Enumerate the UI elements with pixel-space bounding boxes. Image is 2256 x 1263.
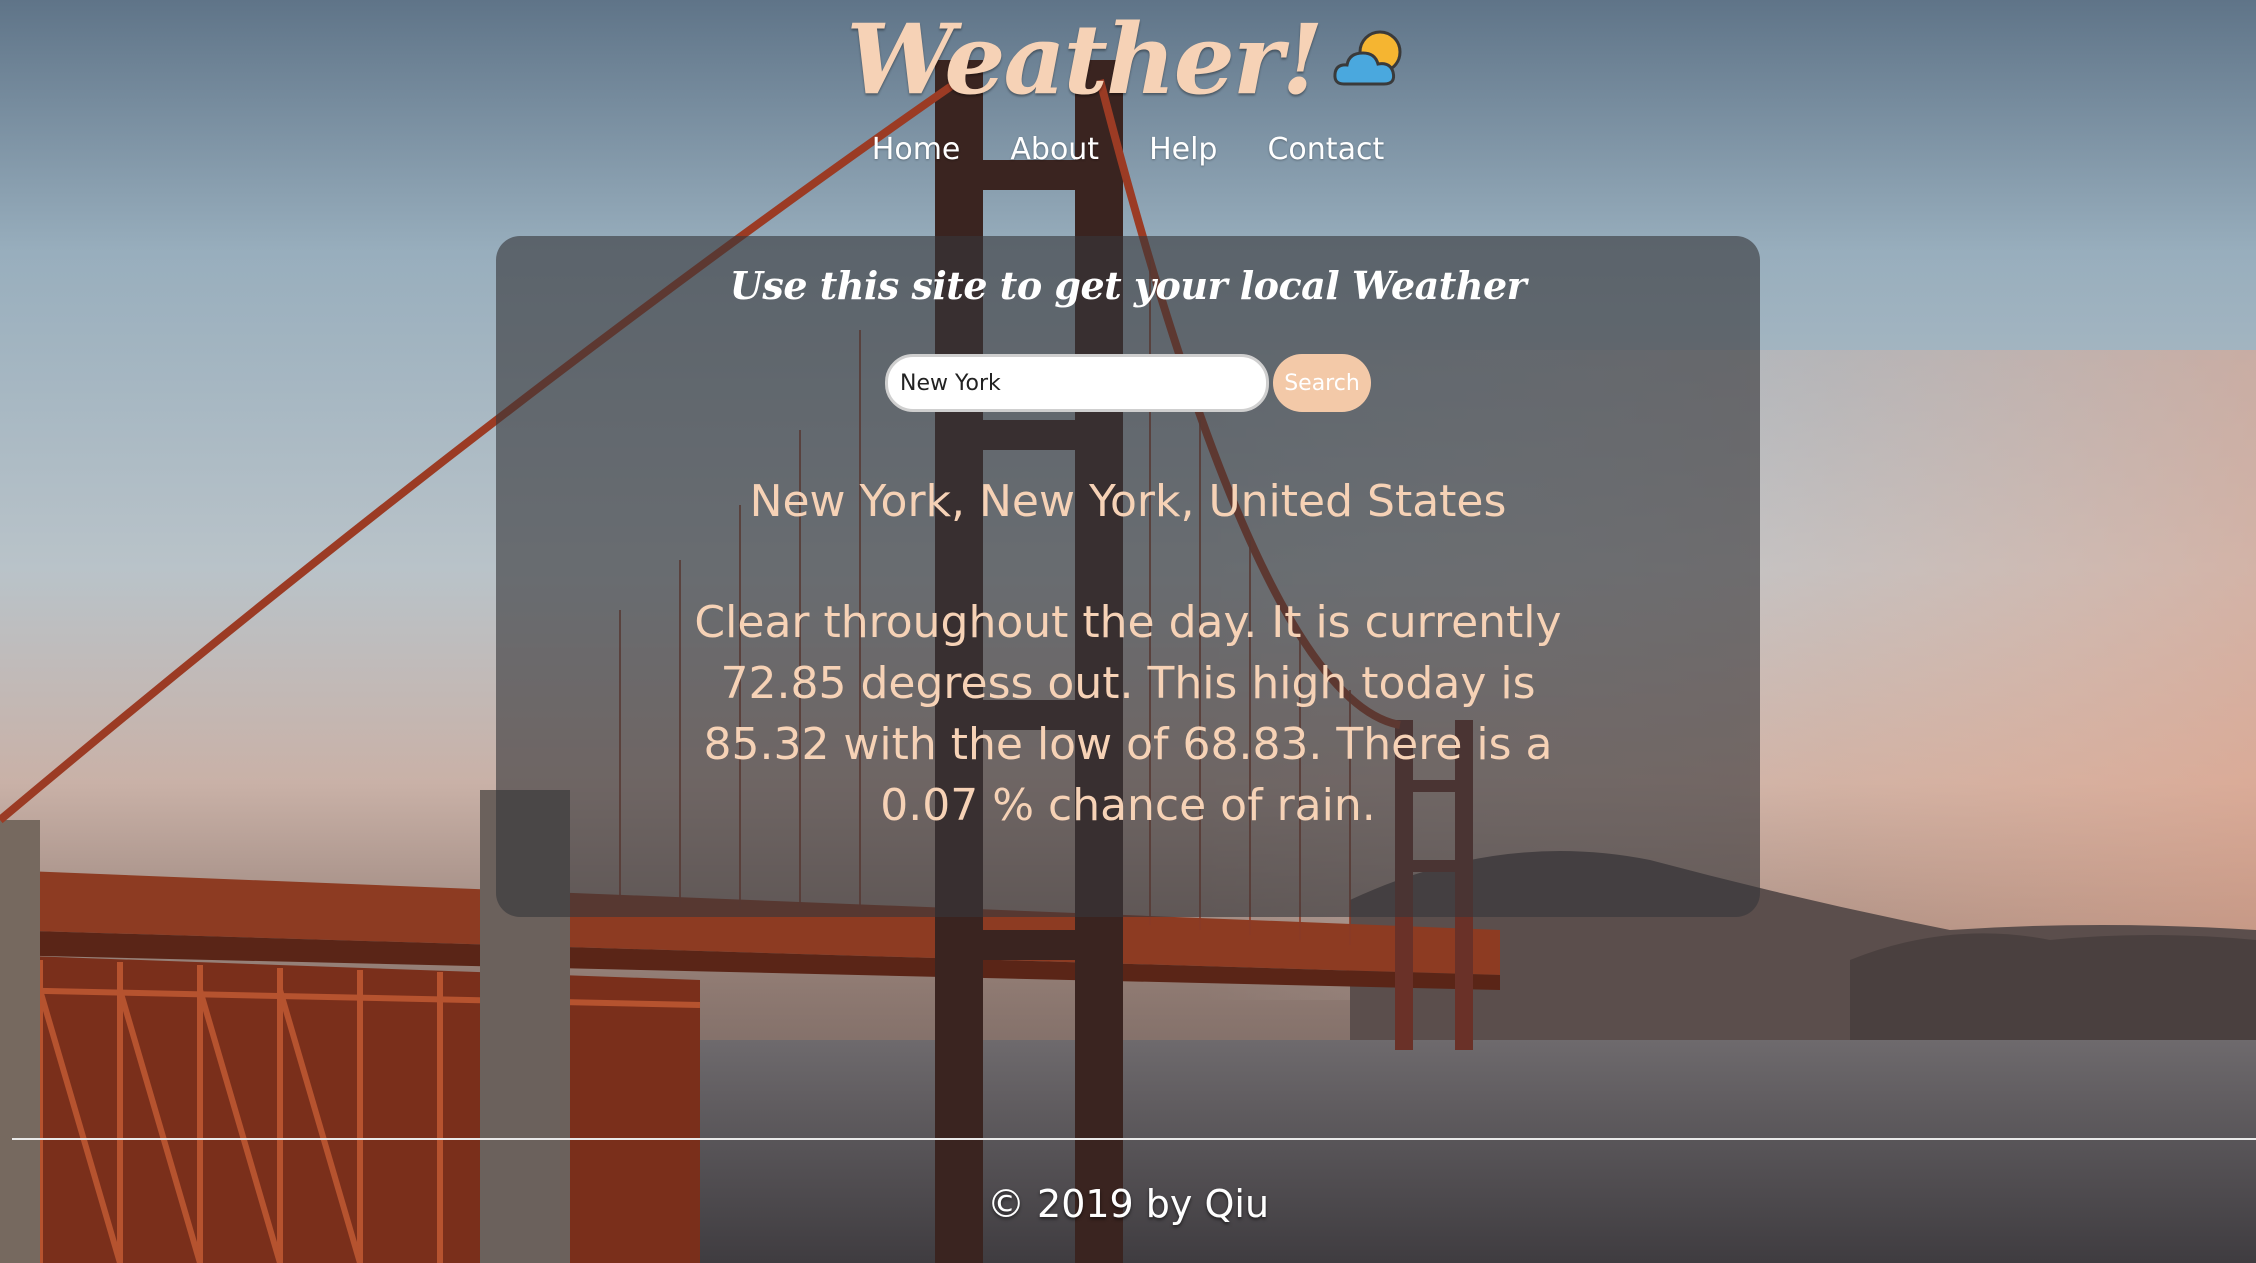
nav-link-home[interactable]: Home: [872, 128, 961, 172]
main-nav: Home About Help Contact: [0, 128, 2256, 172]
weather-panel: Use this site to get your local Weather …: [496, 236, 1760, 917]
tagline: Use this site to get your local Weather: [729, 263, 1527, 308]
copyright-footer: © 2019 by Qiu: [986, 1182, 1270, 1226]
nav-link-about[interactable]: About: [1010, 128, 1099, 172]
search-button[interactable]: Search: [1273, 354, 1371, 412]
location-name: New York, New York, United States: [749, 476, 1507, 527]
partly-cloudy-icon: [1330, 26, 1410, 96]
footer-divider: [12, 1138, 2256, 1140]
forecast-text: Clear throughout the day. It is currentl…: [694, 597, 1562, 831]
nav-link-contact[interactable]: Contact: [1267, 128, 1384, 172]
site-title: Weather!: [846, 3, 1323, 116]
nav-link-help[interactable]: Help: [1149, 128, 1217, 172]
search-form: Search: [496, 354, 1760, 412]
site-header: Weather!: [0, 4, 2256, 116]
location-search-input[interactable]: [885, 354, 1269, 412]
